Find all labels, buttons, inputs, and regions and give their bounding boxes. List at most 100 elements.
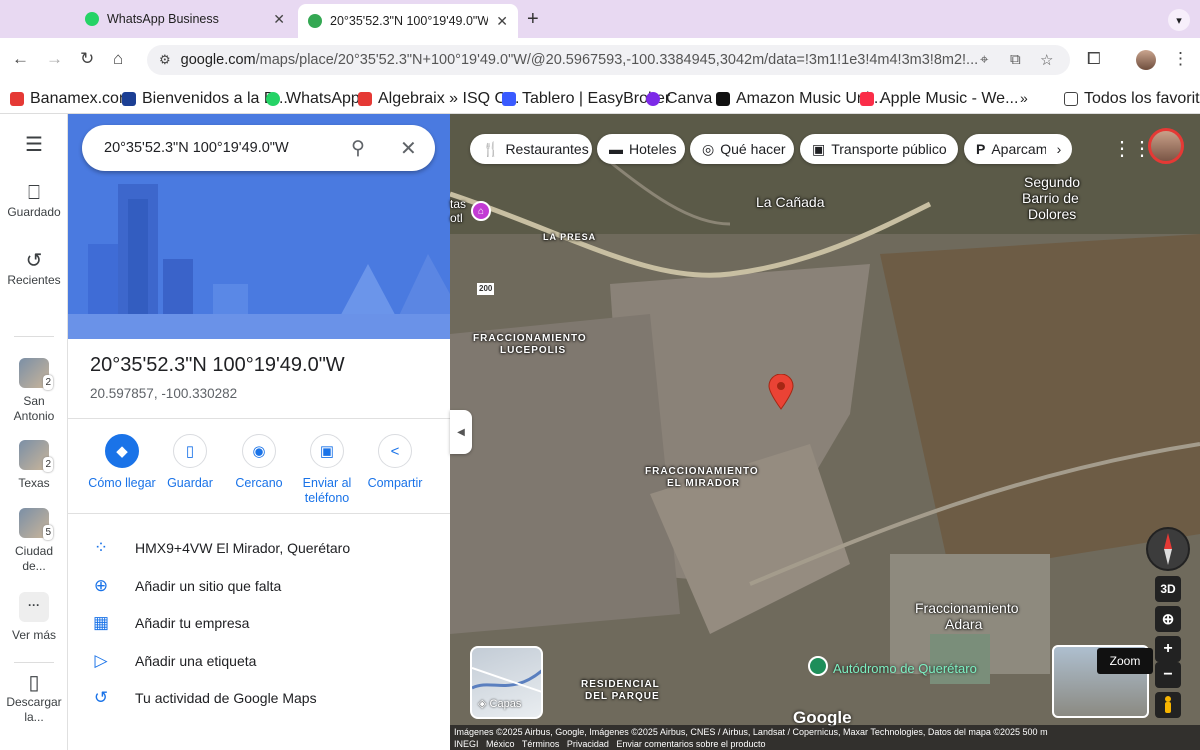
folder-icon bbox=[1064, 92, 1078, 106]
more-dots-icon: ··· bbox=[19, 592, 49, 622]
map-label: La Cañada bbox=[756, 194, 825, 210]
new-tab-button[interactable]: + bbox=[527, 8, 539, 31]
maps-activity-row[interactable]: ↺ Tu actividad de Google Maps bbox=[90, 688, 317, 708]
site-info-icon[interactable]: ⚙ bbox=[159, 52, 171, 68]
apple-music-icon bbox=[860, 92, 874, 106]
bookmarks-overflow-button[interactable]: » bbox=[1020, 90, 1028, 106]
my-location-icon[interactable]: ⊕ bbox=[1155, 606, 1181, 632]
place-title: 20°35'52.3"N 100°19'49.0"W bbox=[90, 354, 345, 376]
nearby-button[interactable]: ◉ Cercano bbox=[224, 434, 294, 491]
extensions-icon[interactable]: ⧠ bbox=[1087, 49, 1101, 69]
tab-whatsapp-business[interactable]: WhatsApp Business ✕ bbox=[75, 4, 295, 34]
bookmark-amazon-music[interactable]: Amazon Music Unl... bbox=[716, 90, 883, 108]
chip-things-to-do[interactable]: ◎ Qué hacer bbox=[690, 134, 794, 164]
bookmark-whatsapp[interactable]: WhatsApp bbox=[266, 90, 360, 108]
place-coordinates: 20.597857, -100.330282 bbox=[90, 386, 238, 401]
close-icon[interactable]: ✕ bbox=[400, 136, 417, 161]
tab-search-button[interactable]: ▾ bbox=[1168, 9, 1190, 31]
back-icon[interactable]: ← bbox=[12, 49, 29, 69]
chip-restaurants[interactable]: 🍴 Restaurantes bbox=[470, 134, 592, 164]
place-count-badge: 2 bbox=[43, 375, 53, 390]
home-icon[interactable]: ⌂ bbox=[113, 49, 123, 69]
whatsapp-icon bbox=[85, 12, 99, 26]
rail-more[interactable]: ··· Ver más bbox=[0, 592, 68, 643]
add-label-row[interactable]: ▷ Añadir una etiqueta bbox=[90, 651, 256, 671]
location-icon[interactable]: ⌖ bbox=[980, 51, 988, 68]
camera-icon: ◎ bbox=[702, 140, 715, 157]
rail-divider bbox=[14, 336, 54, 337]
add-business-row[interactable]: ▦ Añadir tu empresa bbox=[90, 613, 249, 633]
plus-code-row[interactable]: ⁘ HMX9+4VW El Mirador, Querétaro bbox=[90, 538, 350, 558]
tab-maps[interactable]: 20°35'52.3"N 100°19'49.0"W ✕ bbox=[298, 4, 518, 38]
chip-transit[interactable]: ▣ Transporte público bbox=[800, 134, 958, 164]
close-tab-icon[interactable]: ✕ bbox=[273, 11, 285, 28]
save-button[interactable]: ▯ Guardar bbox=[155, 434, 225, 491]
forward-icon[interactable]: → bbox=[46, 49, 63, 69]
action-label: Enviar al teléfono bbox=[302, 476, 352, 505]
map-label: LA PRESA bbox=[543, 232, 597, 242]
racetrack-place-icon[interactable] bbox=[808, 656, 828, 676]
attribution-line: Imágenes ©2025 Airbus, Google, Imágenes … bbox=[454, 727, 1048, 737]
rail-label: Texas bbox=[18, 476, 50, 490]
rail-place-san-antonio[interactable]: 2 San Antonio bbox=[0, 358, 68, 424]
url-host: google.com bbox=[180, 52, 256, 68]
chip-hotels[interactable]: ▬ Hoteles bbox=[597, 134, 685, 164]
zoom-out-button[interactable]: − bbox=[1155, 662, 1181, 688]
rail-place-ciudad[interactable]: 5 Ciudad de... bbox=[0, 508, 68, 574]
profile-avatar[interactable] bbox=[1136, 50, 1156, 70]
3d-toggle-button[interactable]: 3D bbox=[1155, 576, 1181, 602]
tab-title: 20°35'52.3"N 100°19'49.0"W bbox=[330, 14, 489, 28]
reload-icon[interactable]: ↻ bbox=[80, 49, 94, 69]
share-button[interactable]: < Compartir bbox=[360, 434, 430, 491]
bienvenidos-icon bbox=[122, 92, 136, 106]
action-label: Compartir bbox=[367, 476, 423, 490]
pegman-icon[interactable] bbox=[1155, 692, 1181, 718]
shopping-place-icon[interactable]: ⌂ bbox=[471, 201, 491, 221]
install-app-icon[interactable]: ⧉ bbox=[1010, 51, 1021, 68]
zoom-in-button[interactable]: + bbox=[1155, 636, 1181, 662]
search-icon[interactable]: ⚲ bbox=[351, 137, 365, 160]
add-missing-place-row[interactable]: ⊕ Añadir un sitio que falta bbox=[90, 576, 281, 596]
url-path: /maps/place/20°35'52.3"N+100°19'49.0"W/@… bbox=[255, 52, 979, 68]
bookmark-algebraix[interactable]: Algebraix » ISQ C... bbox=[358, 90, 519, 108]
rail-recent[interactable]: ↺ Recientes bbox=[0, 251, 68, 288]
compass-icon[interactable] bbox=[1146, 527, 1190, 571]
rail-download-app[interactable]: ▯ Descargar la... bbox=[0, 673, 68, 725]
map-label: otl bbox=[450, 211, 463, 225]
bookmark-easybroker[interactable]: Tablero | EasyBroker bbox=[502, 90, 670, 108]
bookmark-banamex[interactable]: Banamex.com bbox=[10, 90, 132, 108]
rail-place-texas[interactable]: 2 Texas bbox=[0, 440, 68, 491]
collapse-panel-button[interactable]: ◀ bbox=[450, 410, 472, 454]
layers-label: ◈ Capas bbox=[478, 697, 521, 710]
bookmark-label: Algebraix » ISQ C... bbox=[378, 90, 520, 107]
place-count-badge: 2 bbox=[43, 457, 53, 472]
poi-label[interactable]: Autódromo de Querétaro bbox=[833, 661, 977, 676]
rail-label: Ver más bbox=[11, 628, 56, 642]
rail-divider bbox=[14, 662, 54, 663]
directions-button[interactable]: ◆ Cómo llegar bbox=[87, 434, 157, 491]
attribution-links[interactable]: INEGI México Términos Privacidad Enviar … bbox=[454, 738, 1196, 750]
search-input[interactable]: 20°35'52.3"N 100°19'49.0"W bbox=[82, 125, 435, 171]
bookmark-bienvenidos[interactable]: Bienvenidos a la B... bbox=[122, 90, 288, 108]
hamburger-menu-icon[interactable]: ☰ bbox=[0, 135, 68, 155]
divider bbox=[68, 513, 450, 514]
row-label: Tu actividad de Google Maps bbox=[135, 690, 317, 706]
location-pin-icon[interactable] bbox=[768, 374, 794, 410]
bookmark-apple-music[interactable]: Apple Music - We... bbox=[860, 90, 1018, 108]
all-bookmarks-folder[interactable]: Todos los favoritos bbox=[1064, 90, 1200, 108]
close-tab-icon[interactable]: ✕ bbox=[496, 13, 508, 30]
overflow-chevron-icon: » bbox=[1020, 90, 1028, 106]
chip-parking[interactable]: P Aparcam bbox=[964, 134, 1056, 164]
row-label: Añadir un sitio que falta bbox=[135, 578, 282, 594]
account-avatar[interactable] bbox=[1148, 128, 1184, 164]
menu-kebab-icon[interactable]: ⋮ bbox=[1172, 49, 1189, 69]
bookmark-star-icon[interactable]: ☆ bbox=[1040, 51, 1053, 69]
rail-saved[interactable]: ⎕ Guardado bbox=[0, 183, 68, 220]
send-to-phone-button[interactable]: ▣ Enviar al teléfono bbox=[292, 434, 362, 506]
address-bar[interactable]: ⚙ google.com/maps/place/20°35'52.3"N+100… bbox=[147, 45, 1070, 75]
bookmark-canva[interactable]: Canva bbox=[646, 90, 712, 108]
chip-label: Qué hacer bbox=[720, 141, 786, 157]
google-apps-icon[interactable]: ⋮⋮ bbox=[1112, 136, 1152, 161]
chip-label: Transporte público bbox=[831, 141, 947, 157]
rail-label: Recientes bbox=[7, 273, 61, 287]
